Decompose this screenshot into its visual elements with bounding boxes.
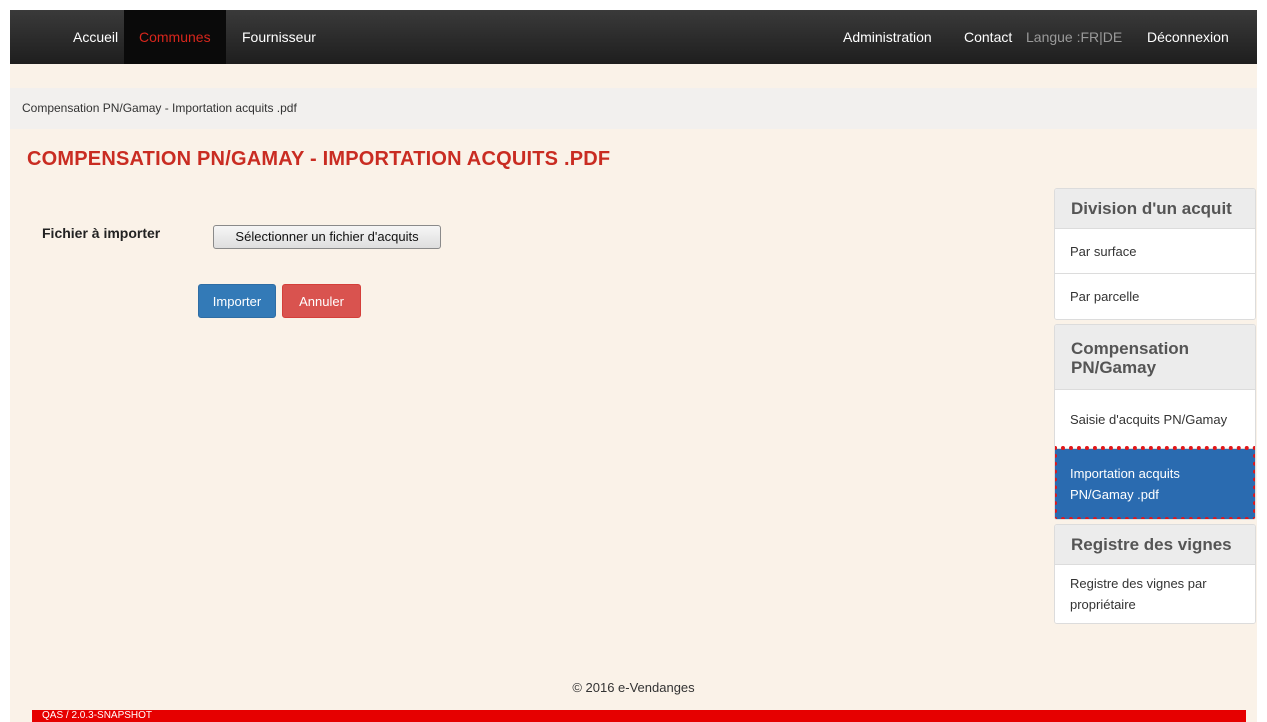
import-button[interactable]: Importer	[198, 284, 276, 318]
breadcrumb-current: Compensation PN/Gamay - Importation acqu…	[22, 101, 297, 115]
panel-heading-registre: Registre des vignes	[1055, 525, 1255, 564]
breadcrumb: Compensation PN/Gamay - Importation acqu…	[10, 88, 1257, 129]
nav-deconnexion[interactable]: Déconnexion	[1132, 10, 1244, 64]
sidebar-item-saisie-acquits[interactable]: Saisie d'acquits PN/Gamay	[1055, 389, 1255, 448]
nav-administration[interactable]: Administration	[828, 10, 947, 64]
nav-langue[interactable]: Langue :FR|DE	[1011, 10, 1137, 64]
sidebar-item-importation-acquits[interactable]: Importation acquits PN/Gamay .pdf	[1055, 446, 1255, 519]
file-import-label: Fichier à importer	[42, 225, 161, 241]
nav-communes[interactable]: Communes	[124, 10, 226, 64]
footer-copyright: © 2016 e-Vendanges	[572, 680, 695, 695]
panel-division-acquit: Division d'un acquit Par surface Par par…	[1054, 188, 1256, 320]
sidebar-item-registre-proprietaire[interactable]: Registre des vignes par propriétaire	[1055, 564, 1255, 623]
version-bar: QAS / 2.0.3-SNAPSHOT	[32, 710, 1246, 722]
sidebar: Division d'un acquit Par surface Par par…	[1054, 188, 1256, 628]
panel-heading-compensation: Compensation PN/Gamay	[1055, 325, 1255, 389]
panel-compensation: Compensation PN/Gamay Saisie d'acquits P…	[1054, 324, 1256, 520]
sidebar-item-par-parcelle[interactable]: Par parcelle	[1055, 273, 1255, 319]
page-title: COMPENSATION PN/GAMAY - IMPORTATION ACQU…	[27, 148, 611, 170]
nav-fournisseur[interactable]: Fournisseur	[227, 10, 331, 64]
top-navbar: Accueil Communes Fournisseur Administrat…	[10, 10, 1257, 64]
panel-heading-division: Division d'un acquit	[1055, 189, 1255, 228]
cancel-button[interactable]: Annuler	[282, 284, 361, 318]
panel-registre-vignes: Registre des vignes Registre des vignes …	[1054, 524, 1256, 624]
sidebar-item-par-surface[interactable]: Par surface	[1055, 228, 1255, 273]
page: Accueil Communes Fournisseur Administrat…	[10, 10, 1257, 722]
nav-accueil[interactable]: Accueil	[58, 10, 133, 64]
select-file-button[interactable]: Sélectionner un fichier d'acquits	[213, 225, 441, 249]
